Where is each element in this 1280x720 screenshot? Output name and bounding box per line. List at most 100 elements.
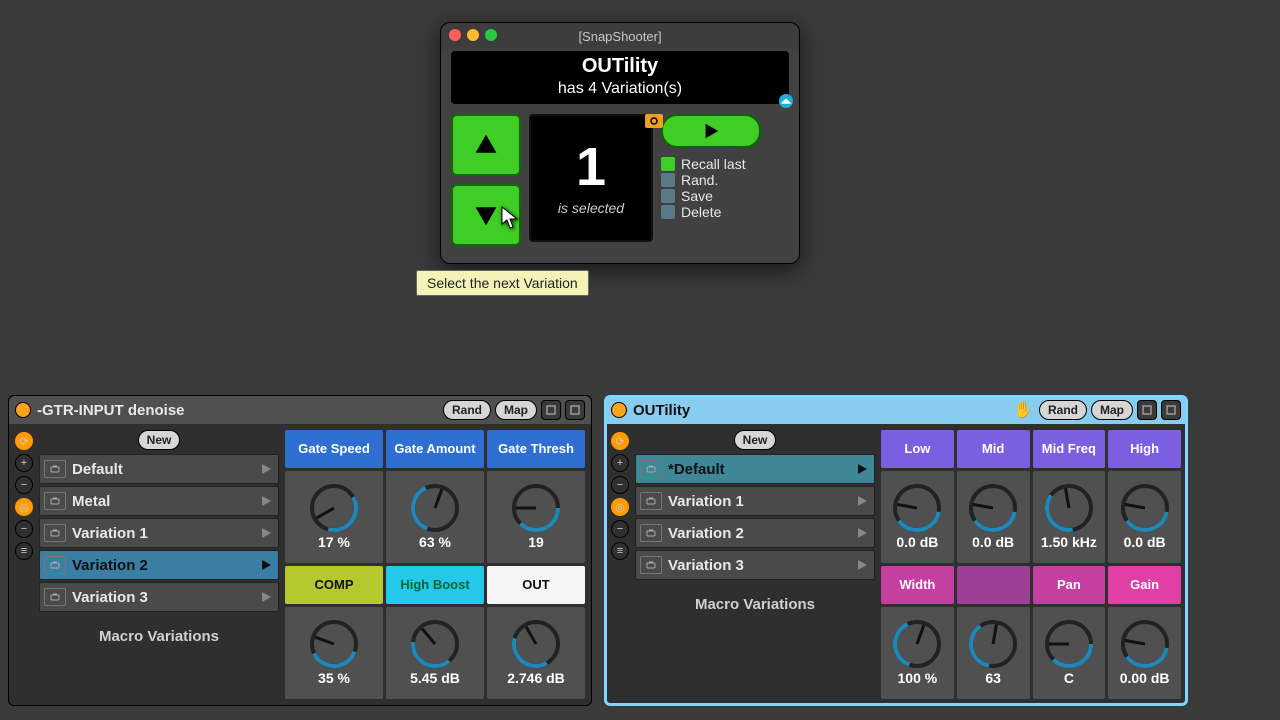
variation-row[interactable]: Variation 3 <box>39 582 279 612</box>
window-minimize-icon[interactable] <box>467 29 479 41</box>
next-variation-button[interactable] <box>451 184 521 246</box>
camera-icon[interactable] <box>44 492 66 510</box>
recall-variation-icon[interactable] <box>258 591 274 603</box>
option-checkbox[interactable] <box>661 205 675 219</box>
macro-knob[interactable] <box>1045 484 1093 532</box>
option-checkbox[interactable] <box>661 157 675 171</box>
variation-row[interactable]: Variation 3 <box>635 550 875 580</box>
map-chip-button[interactable]: Map <box>495 400 537 420</box>
option-checkbox[interactable] <box>661 189 675 203</box>
variation-row[interactable]: Default <box>39 454 279 484</box>
macro-knob[interactable] <box>1121 620 1169 668</box>
macro-header[interactable]: Pan <box>1033 566 1106 604</box>
device-titlebar[interactable]: -GTR-INPUT denoiseRandMap <box>9 396 591 424</box>
minus-icon[interactable]: − <box>611 520 629 538</box>
undo-icon[interactable]: ⟳ <box>611 432 629 450</box>
camera-icon[interactable] <box>640 460 662 478</box>
variation-row[interactable]: *Default <box>635 454 875 484</box>
macro-knob[interactable] <box>411 620 459 668</box>
lock-badge-icon[interactable] <box>645 114 663 128</box>
variation-row[interactable]: Variation 2 <box>39 550 279 580</box>
info-icon[interactable] <box>779 94 793 108</box>
macro-knob[interactable] <box>512 620 560 668</box>
window-close-icon[interactable] <box>449 29 461 41</box>
camera-icon[interactable] <box>44 524 66 542</box>
hot-swap-icon[interactable]: ◎ <box>15 498 33 516</box>
macro-knob[interactable] <box>310 484 358 532</box>
recall-variation-icon[interactable] <box>854 463 870 475</box>
macro-header[interactable]: Gate Speed <box>285 430 383 468</box>
macro-knob[interactable] <box>969 484 1017 532</box>
variation-row[interactable]: Variation 1 <box>635 486 875 516</box>
remove-icon[interactable]: − <box>15 476 33 494</box>
map-chip-button[interactable]: Map <box>1091 400 1133 420</box>
variation-row[interactable]: Metal <box>39 486 279 516</box>
window-titlebar[interactable]: [SnapShooter] <box>441 23 799 49</box>
macro-header[interactable]: Low <box>881 430 954 468</box>
recall-variation-icon[interactable] <box>854 559 870 571</box>
refresh-icon[interactable] <box>1137 400 1157 420</box>
option-row-save[interactable]: Save <box>661 188 761 204</box>
option-row-recall-last[interactable]: Recall last <box>661 156 761 172</box>
variation-row[interactable]: Variation 1 <box>39 518 279 548</box>
device-activator-icon[interactable] <box>15 402 31 418</box>
recall-variation-icon[interactable] <box>258 527 274 539</box>
macro-knob-grid: LowMidMid FreqHigh0.0 dB0.0 dB1.50 kHz0.… <box>881 430 1181 699</box>
camera-icon[interactable] <box>44 556 66 574</box>
option-checkbox[interactable] <box>661 173 675 187</box>
save-icon[interactable] <box>1161 400 1181 420</box>
macro-knob[interactable] <box>310 620 358 668</box>
macro-knob[interactable] <box>411 484 459 532</box>
recall-variation-icon[interactable] <box>258 559 274 571</box>
macro-header[interactable]: High Boost <box>386 566 484 604</box>
list-icon[interactable]: ≡ <box>611 542 629 560</box>
option-row-delete[interactable]: Delete <box>661 204 761 220</box>
macro-header[interactable]: Width <box>881 566 954 604</box>
camera-icon[interactable] <box>44 588 66 606</box>
macro-knob[interactable] <box>893 620 941 668</box>
macro-header[interactable]: COMP <box>285 566 383 604</box>
new-variation-button[interactable]: New <box>138 430 181 450</box>
macro-knob[interactable] <box>1121 484 1169 532</box>
hot-swap-icon[interactable]: ◎ <box>611 498 629 516</box>
is-selected-label: is selected <box>558 200 624 216</box>
macro-header[interactable]: Gate Thresh <box>487 430 585 468</box>
recall-variation-icon[interactable] <box>854 495 870 507</box>
macro-header[interactable]: Mid Freq <box>1033 430 1106 468</box>
undo-icon[interactable]: ⟳ <box>15 432 33 450</box>
device-activator-icon[interactable] <box>611 402 627 418</box>
macro-knob[interactable] <box>1045 620 1093 668</box>
macro-header[interactable]: Gate Amount <box>386 430 484 468</box>
minus-icon[interactable]: − <box>15 520 33 538</box>
window-zoom-icon[interactable] <box>485 29 497 41</box>
prev-variation-button[interactable] <box>451 114 521 176</box>
macro-knob[interactable] <box>969 620 1017 668</box>
option-row-rand-[interactable]: Rand. <box>661 172 761 188</box>
camera-icon[interactable] <box>44 460 66 478</box>
device-titlebar[interactable]: OUTility✋RandMap <box>605 396 1187 424</box>
camera-icon[interactable] <box>640 492 662 510</box>
list-icon[interactable]: ≡ <box>15 542 33 560</box>
remove-icon[interactable]: − <box>611 476 629 494</box>
rand-chip-button[interactable]: Rand <box>443 400 491 420</box>
recall-variation-icon[interactable] <box>854 527 870 539</box>
macro-header[interactable] <box>957 566 1030 604</box>
recall-variation-icon[interactable] <box>258 495 274 507</box>
refresh-icon[interactable] <box>541 400 561 420</box>
add-icon[interactable]: + <box>15 454 33 472</box>
macro-header[interactable]: Gain <box>1108 566 1181 604</box>
recall-play-button[interactable] <box>661 114 761 148</box>
camera-icon[interactable] <box>640 524 662 542</box>
rand-chip-button[interactable]: Rand <box>1039 400 1087 420</box>
new-variation-button[interactable]: New <box>734 430 777 450</box>
macro-header[interactable]: High <box>1108 430 1181 468</box>
recall-variation-icon[interactable] <box>258 463 274 475</box>
add-icon[interactable]: + <box>611 454 629 472</box>
variation-row[interactable]: Variation 2 <box>635 518 875 548</box>
macro-header[interactable]: OUT <box>487 566 585 604</box>
camera-icon[interactable] <box>640 556 662 574</box>
macro-header[interactable]: Mid <box>957 430 1030 468</box>
save-icon[interactable] <box>565 400 585 420</box>
macro-knob[interactable] <box>893 484 941 532</box>
macro-knob[interactable] <box>512 484 560 532</box>
